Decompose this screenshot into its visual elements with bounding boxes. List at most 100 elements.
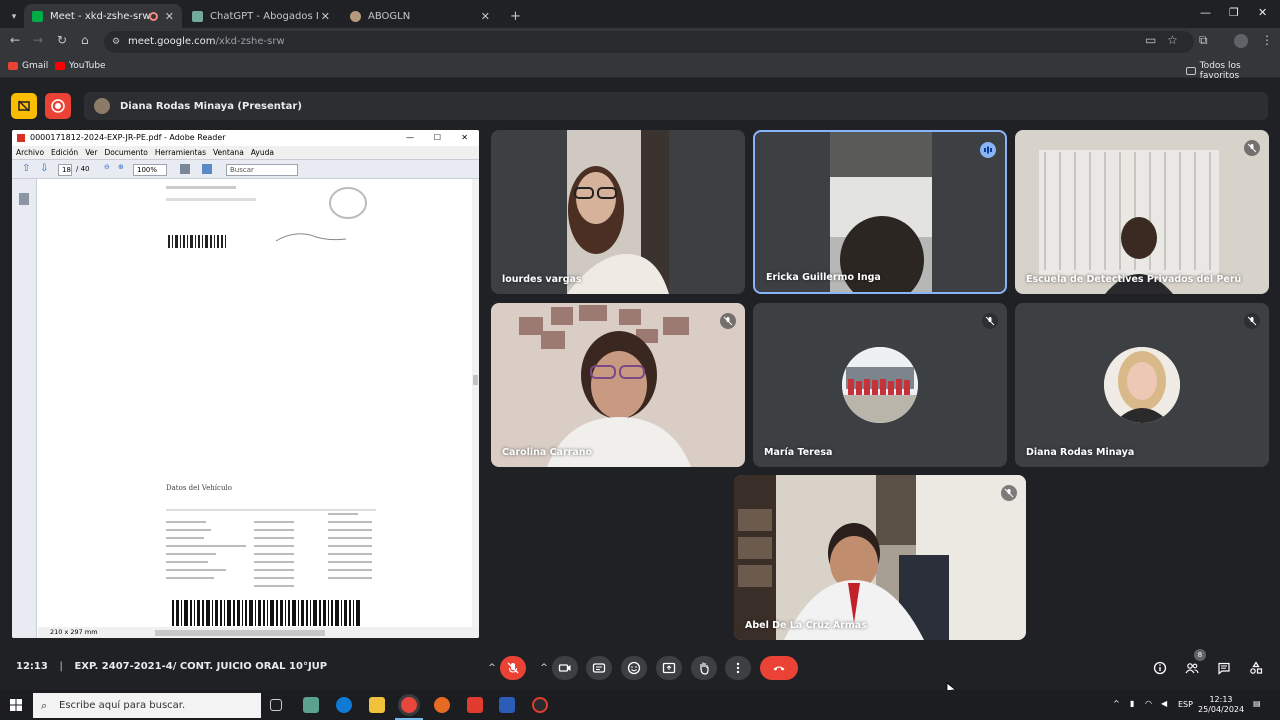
record-icon: [51, 99, 65, 113]
menu-edicion[interactable]: Edición: [51, 146, 78, 159]
participant-tile[interactable]: Diana Rodas Minaya: [1015, 303, 1269, 467]
extensions-icon[interactable]: ⧉: [1199, 33, 1208, 48]
microphone-icon[interactable]: ▮: [1130, 699, 1134, 709]
notifications-icon[interactable]: ▤: [1253, 699, 1261, 709]
fit-page-icon[interactable]: [180, 164, 190, 174]
back-icon[interactable]: ←: [10, 33, 20, 47]
group-photo: [842, 347, 918, 423]
prev-page-icon[interactable]: ⇧: [22, 163, 30, 174]
participant-tile[interactable]: María Teresa: [753, 303, 1007, 467]
bookmark-gmail[interactable]: Gmail: [8, 61, 48, 71]
aboglin-favicon-icon: [350, 10, 361, 22]
reader-minimize-icon[interactable]: —: [406, 130, 414, 146]
profile-avatar[interactable]: [1234, 34, 1248, 48]
forward-icon[interactable]: →: [33, 33, 43, 47]
address-bar[interactable]: ⚙ meet.google.com/xkd-zshe-srw: [104, 31, 1194, 53]
opera-icon[interactable]: [532, 697, 548, 713]
mic-toggle-button[interactable]: [500, 656, 526, 680]
page-number-input[interactable]: 18: [58, 164, 72, 176]
bookmark-star-icon[interactable]: ☆: [1167, 33, 1178, 47]
activities-button[interactable]: [1243, 656, 1269, 680]
meeting-clock: 12:13: [16, 661, 48, 672]
youtube-icon: [55, 62, 65, 70]
video-options-button[interactable]: ^: [536, 656, 552, 680]
raise-hand-button[interactable]: [691, 656, 717, 680]
menu-ventana[interactable]: Ventana: [213, 146, 244, 159]
taskbar-clock[interactable]: 12:13 25/04/2024: [1198, 695, 1244, 715]
scroll-thumb[interactable]: [473, 375, 478, 385]
menu-archivo[interactable]: Archivo: [16, 146, 44, 159]
windows-start-icon[interactable]: [10, 699, 22, 711]
meeting-details-button[interactable]: [1147, 656, 1173, 680]
participant-video: [491, 303, 745, 467]
recording-button[interactable]: [45, 93, 71, 119]
mic-off-icon: [507, 662, 519, 674]
chrome-icon[interactable]: [401, 697, 417, 713]
chat-button[interactable]: [1211, 656, 1237, 680]
reader-vscrollbar[interactable]: [472, 179, 479, 628]
zoom-select[interactable]: 100%: [133, 164, 167, 176]
reader-close-icon[interactable]: ✕: [461, 130, 468, 146]
volume-icon[interactable]: ◀: [1161, 699, 1167, 709]
close-tab-icon[interactable]: ✕: [481, 10, 490, 23]
bookmark-youtube[interactable]: YouTube: [55, 61, 106, 71]
search-input[interactable]: Buscar: [226, 164, 298, 176]
camera-permission-icon[interactable]: ▭: [1145, 33, 1156, 47]
tab-meet[interactable]: Meet - xkd-zshe-srw ✕: [24, 4, 182, 28]
reload-icon[interactable]: ↻: [57, 33, 67, 47]
people-button[interactable]: 8: [1179, 649, 1206, 680]
brave-icon[interactable]: [467, 697, 483, 713]
restore-icon[interactable]: ❐: [1229, 6, 1239, 19]
home-icon[interactable]: ⌂: [81, 33, 89, 47]
task-view-icon[interactable]: [270, 699, 282, 711]
zoom-in-icon[interactable]: ⊕: [118, 163, 124, 171]
close-tab-icon[interactable]: ✕: [321, 10, 330, 23]
reactions-button[interactable]: [621, 656, 647, 680]
tab-aboglin[interactable]: ABOGLN ✕: [342, 4, 498, 28]
audio-options-button[interactable]: ^: [484, 656, 500, 680]
presenter-bar: Diana Rodas Minaya (Presentar): [84, 92, 1268, 120]
tab-chatgpt[interactable]: ChatGPT - Abogados Lima No ✕: [184, 4, 338, 28]
tab-search-button[interactable]: ▾: [4, 5, 24, 29]
firefox-icon[interactable]: [434, 697, 450, 713]
zoom-out-icon[interactable]: ⊖: [104, 163, 110, 171]
participant-tile[interactable]: lourdes vargas: [491, 130, 745, 294]
network-icon[interactable]: ◠: [1145, 699, 1152, 709]
menu-herramientas[interactable]: Herramientas: [155, 146, 206, 159]
barcode-bottom: [172, 600, 360, 628]
participant-tile[interactable]: Abel De La Cruz Armas: [734, 475, 1026, 640]
minimize-icon[interactable]: —: [1200, 6, 1211, 19]
search-icon: ⌕: [41, 699, 48, 712]
captions-button[interactable]: [586, 656, 612, 680]
next-page-icon[interactable]: ⇩: [40, 163, 48, 174]
participant-avatar: [842, 347, 918, 423]
more-options-button[interactable]: [725, 656, 751, 680]
close-window-icon[interactable]: ✕: [1258, 6, 1267, 19]
participant-name: Ericka Guillermo Inga: [766, 272, 881, 283]
menu-ver[interactable]: Ver: [85, 146, 97, 159]
camera-toggle-button[interactable]: [552, 656, 578, 680]
participant-tile[interactable]: Carolina Carrano: [491, 303, 745, 467]
site-info-icon[interactable]: ⚙: [112, 31, 120, 53]
participant-tile-speaking[interactable]: Ericka Guillermo Inga: [753, 130, 1007, 294]
fit-width-icon[interactable]: [202, 164, 212, 174]
reader-maximize-icon[interactable]: ☐: [434, 130, 441, 146]
taskbar-search[interactable]: ⌕ Escribe aquí para buscar.: [33, 693, 261, 718]
new-tab-button[interactable]: +: [502, 4, 529, 28]
chatgpt-app-icon[interactable]: [303, 697, 319, 713]
edge-icon[interactable]: [336, 697, 352, 713]
hscroll-thumb[interactable]: [155, 630, 325, 636]
word-icon[interactable]: [499, 697, 515, 713]
tray-overflow-icon[interactable]: ^: [1113, 699, 1120, 709]
present-screen-button[interactable]: [656, 656, 682, 680]
file-explorer-icon[interactable]: [369, 697, 385, 713]
participant-tile[interactable]: Escuela de Detectives Privados del Perú: [1015, 130, 1269, 294]
more-menu-icon[interactable]: ⋮: [1261, 33, 1273, 47]
close-tab-icon[interactable]: ✕: [165, 10, 174, 23]
activity-button[interactable]: [11, 93, 37, 119]
input-language[interactable]: ESP: [1178, 700, 1193, 710]
leave-call-button[interactable]: [760, 656, 798, 680]
menu-documento[interactable]: Documento: [104, 146, 147, 159]
menu-ayuda[interactable]: Ayuda: [251, 146, 274, 159]
pages-panel-icon[interactable]: [19, 193, 29, 205]
